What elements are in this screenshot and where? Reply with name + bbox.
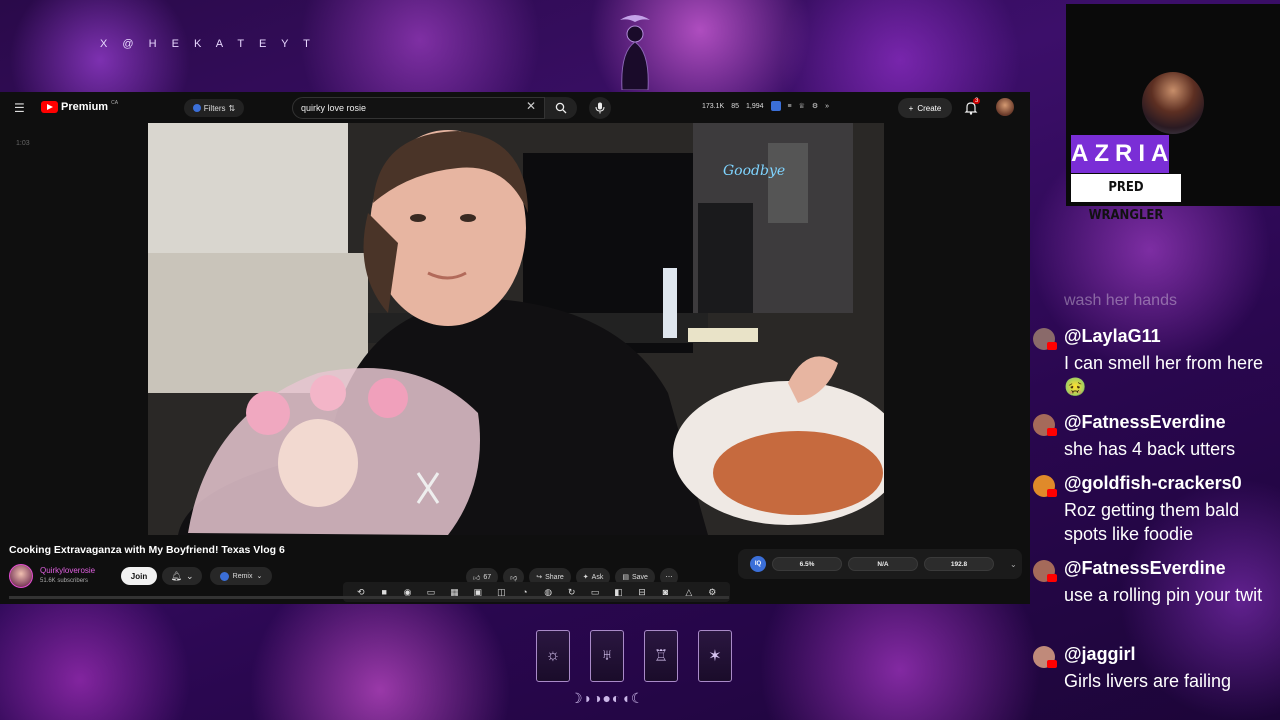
remix-icon [219, 571, 229, 581]
stats-bar: 173.1K 85 1,994 ≡ ♕ ⚙ » [702, 101, 829, 111]
list-icon[interactable]: ≡ [788, 103, 792, 110]
chat-username: @LaylaG11 [1064, 326, 1161, 346]
tarot-cards: ☼ ♅ ♖ ✶ [536, 630, 732, 682]
trophy-icon[interactable]: ♕ [799, 102, 805, 110]
moon-phases-icon: ☽◗◑●◐◖☾ [570, 690, 645, 706]
remix-button[interactable]: Remix ⌄ [210, 567, 272, 585]
youtube-badge-icon [1047, 342, 1057, 350]
join-button[interactable]: Join [121, 567, 157, 585]
chat-text: I can smell her from here 🤢 [1064, 353, 1264, 397]
share-icon: ↪ [536, 574, 543, 581]
save-icon: ▤ [622, 574, 629, 581]
extension-logo[interactable]: IQ [750, 556, 766, 572]
sliders-icon: ⇅ [228, 103, 236, 113]
search-button[interactable] [545, 97, 577, 119]
overlay-social-handle: X @ H E K A T E Y T [100, 38, 316, 50]
search-input[interactable]: quirky love rosie [292, 97, 545, 119]
more-icon[interactable]: » [825, 103, 829, 110]
filters-label: Filters [203, 103, 226, 113]
save-label: Save [631, 573, 648, 581]
extension-stat-pill: N/A [848, 557, 918, 571]
extension-icon [192, 104, 201, 112]
settings-icon[interactable]: ⚙ [812, 102, 818, 110]
chat-username: @goldfish-crackers0 [1064, 473, 1242, 493]
menu-icon[interactable]: ☰ [14, 101, 25, 115]
chat-text: she has 4 back utters [1064, 439, 1236, 459]
stat-likes: 85 [731, 102, 739, 110]
timecode: 1:03 [16, 140, 30, 147]
search-icon [555, 102, 567, 114]
create-label: Create [917, 103, 942, 113]
video-frame-image: Goodbye [148, 123, 884, 535]
devil-card-icon: ♅ [590, 630, 624, 682]
sun-card-icon: ☼ [536, 630, 570, 682]
chat-text: Girls livers are failing [1064, 671, 1232, 691]
filters-button[interactable]: Filters ⇅ [184, 99, 244, 117]
youtube-logo[interactable]: Premium CA [41, 100, 119, 113]
goddess-logo-icon [620, 15, 650, 90]
plus-icon: + [908, 103, 914, 113]
youtube-play-icon [41, 101, 58, 113]
subscription-bell-button[interactable]: 🔔︎ ⌄ [162, 567, 202, 585]
tower-card-icon: ♖ [644, 630, 678, 682]
chat-username: @jaggirl [1064, 644, 1136, 664]
clear-search-icon[interactable]: ✕ [526, 99, 536, 113]
extension-stats-panel: IQ 6.5% N/A 192.8 ⌄ [738, 549, 1022, 579]
extension-toolbar: ⟲ ■ ◉ ▭ ▦ ▣ ◫ ◔ ◍ ↻ ▭ ◧ ⊟ ◙ △ ⚙ [343, 582, 730, 602]
chat-text: use a rolling pin your twit [1064, 585, 1263, 605]
chevron-down-icon[interactable]: ⌄ [1010, 560, 1017, 569]
chevron-down-icon: ⌄ [256, 573, 263, 580]
more-icon: ⋯ [665, 574, 673, 581]
bell-icon: 🔔︎ [170, 570, 182, 581]
share-label: Share [545, 573, 564, 581]
star-card-icon: ✶ [698, 630, 732, 682]
create-button[interactable]: + Create [898, 98, 952, 118]
progress-bar[interactable] [9, 596, 729, 599]
youtube-badge-icon [1047, 489, 1057, 497]
extension-stat-pill: 192.8 [924, 557, 994, 571]
account-avatar[interactable] [996, 98, 1014, 116]
streamer-name: AZRIA [1071, 135, 1169, 173]
channel-avatar[interactable] [9, 564, 33, 588]
ask-label: Ask [591, 573, 604, 581]
video-title: Cooking Extravaganza with My Boyfriend! … [9, 544, 285, 556]
like-count: 67 [483, 573, 492, 581]
thumbs-down-icon: 👎︎ [510, 574, 518, 582]
remix-label: Remix [232, 572, 253, 580]
voice-search-button[interactable] [589, 97, 611, 119]
chat-faded-message: wash her hands [1064, 292, 1177, 309]
youtube-badge-icon [1047, 428, 1057, 436]
youtube-country-code: CA [111, 100, 119, 106]
channel-name[interactable]: Quirkyloverosie [40, 566, 95, 575]
extension-icon[interactable] [770, 101, 781, 111]
thumbs-up-icon: 👍︎ [473, 574, 481, 582]
video-player[interactable]: Goodbye [148, 123, 884, 535]
chat-username: @FatnessEverdine [1064, 412, 1226, 432]
youtube-badge-icon [1047, 660, 1057, 668]
streamer-role: PRED WRANGLER [1071, 174, 1181, 223]
streamer-webcam-image [1142, 72, 1204, 134]
stat-comments: 1,994 [745, 102, 764, 110]
channel-subscribers: 51.6K subscribers [40, 578, 89, 584]
sparkle-icon: ✦ [582, 574, 589, 581]
chat-text: Roz getting them bald spots like foodie [1064, 500, 1240, 544]
youtube-badge-icon [1047, 574, 1057, 582]
youtube-logo-text: Premium [61, 101, 109, 113]
chat-username: @FatnessEverdine [1064, 558, 1226, 578]
stat-views: 173.1K [702, 102, 725, 110]
extension-stat-pill: 6.5% [772, 557, 842, 571]
svg-text:Goodbye: Goodbye [723, 163, 785, 179]
microphone-icon [595, 102, 605, 114]
youtube-window: ☰ Premium CA Filters ⇅ quirky love rosie… [0, 92, 1030, 604]
chevron-down-icon: ⌄ [185, 570, 194, 581]
